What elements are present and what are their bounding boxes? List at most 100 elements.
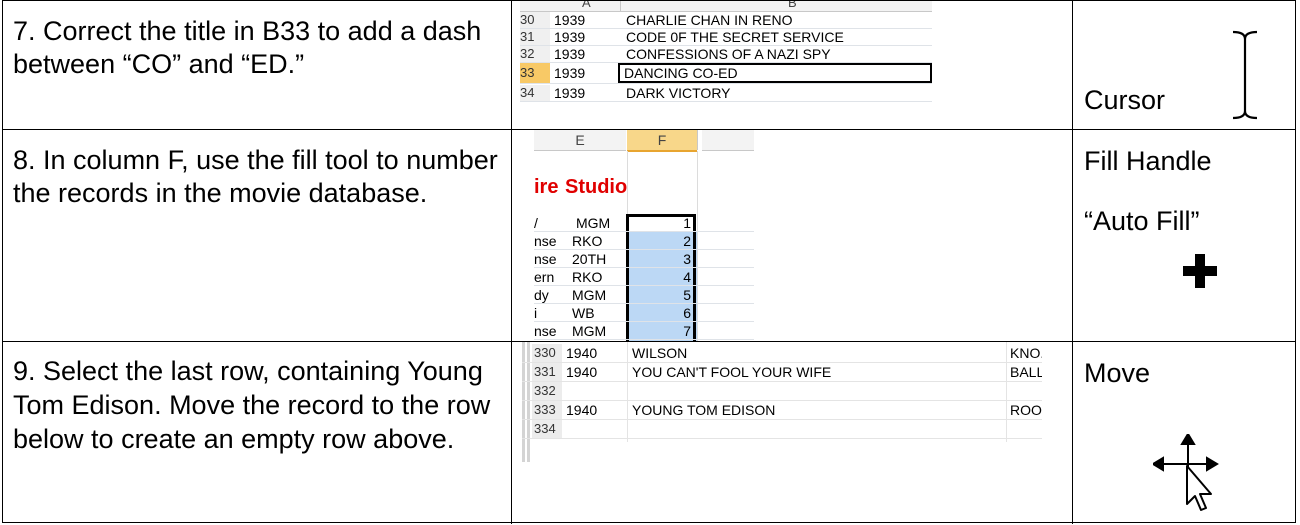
genre-cell: ern xyxy=(534,269,555,285)
column-b-header: B xyxy=(788,1,797,10)
studio-header: Studio xyxy=(565,176,628,198)
sheet-row: 32 1939 CONFESSIONS OF A NAZI SPY xyxy=(520,46,932,63)
studio-cell: RKO xyxy=(572,233,603,249)
sheet-row-young-tom-edison[interactable]: 333 1940 YOUNG TOM EDISON ROO xyxy=(522,401,1042,420)
instruction-cell: 8. In column F, use the fill tool to num… xyxy=(3,130,511,341)
sheet-row-selected[interactable]: 33 1939 DANCING CO-ED xyxy=(520,63,932,84)
auto-fill-label: “Auto Fill” xyxy=(1084,206,1200,236)
studio-cell: MGM xyxy=(572,323,607,339)
label-cell: Fill Handle “Auto Fill” xyxy=(1072,130,1295,341)
cursor-label: Cursor xyxy=(1084,85,1166,115)
fill-handle-label: Fill Handle xyxy=(1084,146,1212,176)
instruction-cell: 9. Select the last row, containing Young… xyxy=(3,342,511,524)
number-cell: 1 xyxy=(683,215,691,231)
genre-cell: nse xyxy=(534,233,557,249)
row-number: 32 xyxy=(520,46,550,62)
instruction-cell: 7. Correct the title in B33 to add a das… xyxy=(3,1,511,129)
year-cell: 1939 xyxy=(554,46,586,62)
table-row-7: 7. Correct the title in B33 to add a das… xyxy=(3,1,1295,129)
sheet-row: ern RKO 4 xyxy=(534,269,754,286)
text-cursor-icon xyxy=(1232,30,1258,120)
row-number: 334 xyxy=(532,420,562,438)
screenshot-cell: A B 30 1939 CHARLIE CHAN IN RENO 31 1939… xyxy=(511,1,1072,129)
year-cell: 1940 xyxy=(566,364,598,380)
active-cell-b33[interactable]: DANCING CO-ED xyxy=(618,63,932,83)
sheet-row: 331 1940 YOU CAN'T FOOL YOUR WIFE BALL xyxy=(522,363,1042,382)
sheet-row: / MGM 1 xyxy=(534,215,754,232)
row-number: 31 xyxy=(520,29,550,45)
year-cell: 1939 xyxy=(554,12,586,28)
year-cell: 1939 xyxy=(554,85,586,101)
sheet-row-empty: 332 xyxy=(522,382,1042,401)
year-cell: 1939 xyxy=(554,29,586,45)
sheet-row: 30 1939 CHARLIE CHAN IN RENO xyxy=(520,12,932,29)
number-cell: 2 xyxy=(683,233,691,249)
studio-cell: RKO xyxy=(572,269,603,285)
sheet-row-empty: 334 xyxy=(522,420,1042,439)
label-cell: Cursor xyxy=(1072,1,1295,129)
excel-snippet-titles: A B 30 1939 CHARLIE CHAN IN RENO 31 1939… xyxy=(520,1,932,129)
sheet-row: 330 1940 WILSON KNO. xyxy=(522,344,1042,363)
genre-cell: / xyxy=(534,215,538,231)
row-number: 332 xyxy=(532,382,562,400)
studio-cell: MGM xyxy=(576,215,611,231)
title-cell: CODE 0F THE SECRET SERVICE xyxy=(626,29,844,45)
title-cell: YOU CAN'T FOOL YOUR WIFE xyxy=(632,364,832,380)
label-cell: Move xyxy=(1072,342,1295,524)
year-cell: 1940 xyxy=(566,345,598,361)
gridline xyxy=(1006,342,1007,442)
studio-cell: MGM xyxy=(572,287,607,303)
fill-handle-plus-icon xyxy=(1183,254,1217,288)
sheet-row: 31 1939 CODE 0F THE SECRET SERVICE xyxy=(520,29,932,46)
sheet-row: i WB 6 xyxy=(534,305,754,322)
title-cell: CONFESSIONS OF A NAZI SPY xyxy=(626,46,831,62)
genre-cell: nse xyxy=(534,323,557,339)
row-number: 330 xyxy=(532,344,562,362)
studio-cell: ROO xyxy=(1010,402,1042,418)
sheet-row: 34 1939 DARK VICTORY xyxy=(520,85,932,102)
genre-cell: nse xyxy=(534,251,557,267)
column-divider xyxy=(697,130,698,150)
row-number: 34 xyxy=(520,85,550,101)
number-cell: 7 xyxy=(683,323,691,339)
sheet-row: dy MGM 5 xyxy=(534,287,754,304)
sheet-row: nse MGM 7 xyxy=(534,323,754,340)
year-cell: 1940 xyxy=(566,402,598,418)
title-cell: YOUNG TOM EDISON xyxy=(632,402,776,418)
screenshot-cell: E F ire Studio / MGM 1 nse RKO 2 nse 20TH 3 er… xyxy=(511,130,1072,342)
studio-cell: BALL xyxy=(1010,364,1042,380)
title-cell: WILSON xyxy=(632,345,688,361)
table-row-8: 8. In column F, use the fill tool to num… xyxy=(3,129,1295,342)
number-cell: 5 xyxy=(683,287,691,303)
title-cell: CHARLIE CHAN IN RENO xyxy=(626,12,793,28)
year-cell: 1939 xyxy=(554,65,586,81)
number-cell: 4 xyxy=(683,269,691,285)
column-a-header: A xyxy=(582,1,591,10)
table-row-9: 9. Select the last row, containing Young… xyxy=(3,341,1295,524)
title-cell: DARK VICTORY xyxy=(626,85,731,101)
row-number-active: 33 xyxy=(520,63,550,83)
column-e-header: E xyxy=(534,130,626,151)
instruction-text: 7. Correct the title in B33 to add a das… xyxy=(13,16,482,79)
genre-cell: dy xyxy=(534,287,549,303)
number-cell: 3 xyxy=(683,251,691,267)
column-header-bar: A B xyxy=(520,1,932,12)
sheet-row: nse 20TH 3 xyxy=(534,251,754,268)
number-cell: 6 xyxy=(683,305,691,321)
instruction-text: 9. Select the last row, containing Young… xyxy=(13,356,491,454)
excel-snippet-move: 330 1940 WILSON KNO. 331 1940 YOU CAN'T … xyxy=(522,342,1042,462)
excel-snippet-fill: E F ire Studio / MGM 1 nse RKO 2 nse 20TH 3 er… xyxy=(534,130,754,342)
row-number[interactable]: 333 xyxy=(532,401,562,419)
move-label: Move xyxy=(1084,358,1151,388)
move-cursor-icon xyxy=(1153,434,1219,511)
studio-cell: 20TH xyxy=(572,251,607,267)
genre-header-partial: ire xyxy=(534,176,559,198)
row-number: 331 xyxy=(532,363,562,381)
column-g-header xyxy=(702,130,754,151)
screenshot-cell: 330 1940 WILSON KNO. 331 1940 YOU CAN'T … xyxy=(511,342,1072,524)
genre-cell: i xyxy=(534,305,538,321)
instruction-table: 7. Correct the title in B33 to add a das… xyxy=(2,0,1296,524)
column-f-header-active: F xyxy=(627,130,697,152)
row-number: 30 xyxy=(520,12,550,28)
column-divider xyxy=(620,1,621,11)
